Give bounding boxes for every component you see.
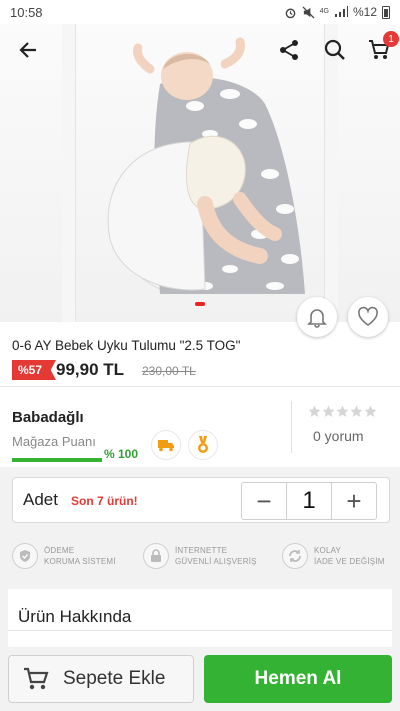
stock-warning: Son 7 ürün!: [71, 494, 138, 508]
share-icon: [280, 40, 298, 60]
bottom-action-bar: Sepete Ekle Hemen Al: [0, 647, 400, 711]
favorite-button[interactable]: [348, 297, 388, 337]
cart-count-badge: 1: [383, 31, 399, 47]
guarantee-line: İADE VE DEĞİŞİM: [314, 557, 385, 566]
review-count[interactable]: 0 yorum: [313, 428, 364, 444]
status-time: 10:58: [10, 4, 43, 20]
star-icon: [336, 405, 349, 417]
product-info: 0-6 AY Bebek Uyku Tulumu "2.5 TOG" %57 9…: [0, 322, 400, 386]
seller-medal-badge[interactable]: [188, 430, 218, 460]
guarantee-line: KOLAY: [314, 546, 342, 555]
battery-text: %12: [352, 5, 377, 19]
divider: [8, 630, 392, 631]
guarantee-text: İNTERNETTE GÜVENLİ ALIŞVERİŞ: [175, 545, 257, 567]
quantity-section: Adet Son 7 ürün! − 1 +: [0, 467, 400, 533]
discount-badge: %57: [12, 360, 56, 380]
decrease-button[interactable]: −: [242, 483, 286, 519]
quantity-label: Adet: [23, 490, 58, 509]
guarantee-easy-return[interactable]: KOLAY İADE VE DEĞİŞİM: [282, 543, 385, 569]
search-button[interactable]: [321, 36, 349, 64]
guarantee-text: ÖDEME KORUMA SİSTEMİ: [44, 545, 116, 567]
pagination-dot-active: [195, 302, 205, 306]
heart-icon: [358, 306, 378, 326]
guarantee-line: İNTERNETTE: [175, 546, 228, 555]
star-icon: [308, 405, 321, 417]
seller-name[interactable]: Babadağlı: [12, 409, 84, 426]
add-to-cart-label: Sepete Ekle: [63, 668, 166, 689]
product-price: 99,90 TL: [56, 360, 125, 379]
back-button[interactable]: [14, 36, 42, 64]
product-title: 0-6 AY Bebek Uyku Tulumu "2.5 TOG": [12, 338, 241, 353]
battery-icon: [382, 5, 390, 19]
cart-icon: [24, 667, 49, 690]
guarantee-strip: ÖDEME KORUMA SİSTEMİ İNTERNETTE GÜVENLİ …: [0, 533, 400, 589]
guarantee-secure-shopping[interactable]: İNTERNETTE GÜVENLİ ALIŞVERİŞ: [143, 543, 257, 569]
guarantee-line: GÜVENLİ ALIŞVERİŞ: [175, 557, 257, 566]
network-type: 4G: [319, 8, 329, 15]
mute-icon: [302, 5, 315, 19]
star-icon: [350, 405, 363, 417]
store-score-value: % 100: [104, 447, 139, 461]
product-page: 10:58 4G %12 1 0-6 AY Bebek Uyku Tulumu …: [0, 0, 400, 711]
old-price: 230,00 TL: [142, 364, 196, 378]
seller-section: Babadağlı Mağaza Puanı % 100 0 yorum: [0, 387, 400, 467]
quantity-value[interactable]: 1: [286, 483, 332, 519]
price-alarm-button[interactable]: [297, 297, 337, 337]
guarantee-line: ÖDEME: [44, 546, 75, 555]
status-bar: 10:58 4G %12: [0, 0, 400, 24]
medal-icon: [198, 436, 208, 453]
cart-button[interactable]: 1: [365, 31, 399, 64]
bell-icon: [307, 309, 327, 328]
image-pagination: [195, 302, 205, 306]
top-bar: 1: [0, 24, 400, 76]
buy-now-button[interactable]: Hemen Al: [204, 655, 392, 703]
about-product-title: Ürün Hakkında: [18, 607, 132, 626]
store-score-bar: [12, 458, 102, 462]
lock-icon: [143, 543, 169, 569]
guarantee-text: KOLAY İADE VE DEĞİŞİM: [314, 545, 385, 567]
share-button[interactable]: [275, 36, 303, 64]
buy-now-label: Hemen Al: [254, 668, 342, 689]
back-arrow-icon: [19, 42, 36, 58]
star-icon: [322, 405, 335, 417]
fast-shipping-badge[interactable]: [151, 430, 181, 460]
rating-stars: [308, 405, 377, 418]
add-to-cart-button[interactable]: Sepete Ekle: [8, 655, 194, 703]
star-icon: [364, 405, 377, 417]
refresh-icon: [282, 543, 308, 569]
quantity-box: Adet Son 7 ürün! − 1 +: [12, 477, 390, 523]
store-score-label: Mağaza Puanı: [12, 434, 96, 449]
alarm-icon: [285, 8, 295, 18]
quantity-stepper: − 1 +: [241, 482, 377, 520]
status-icons: 4G %12: [284, 5, 390, 19]
signal-icon: [334, 6, 348, 17]
search-icon: [324, 39, 345, 60]
increase-button[interactable]: +: [332, 483, 376, 519]
shield-check-icon: [12, 543, 38, 569]
vertical-divider: [291, 401, 292, 453]
guarantee-payment-protection[interactable]: ÖDEME KORUMA SİSTEMİ: [12, 543, 116, 569]
truck-icon: [158, 440, 174, 452]
guarantee-line: KORUMA SİSTEMİ: [44, 557, 116, 566]
